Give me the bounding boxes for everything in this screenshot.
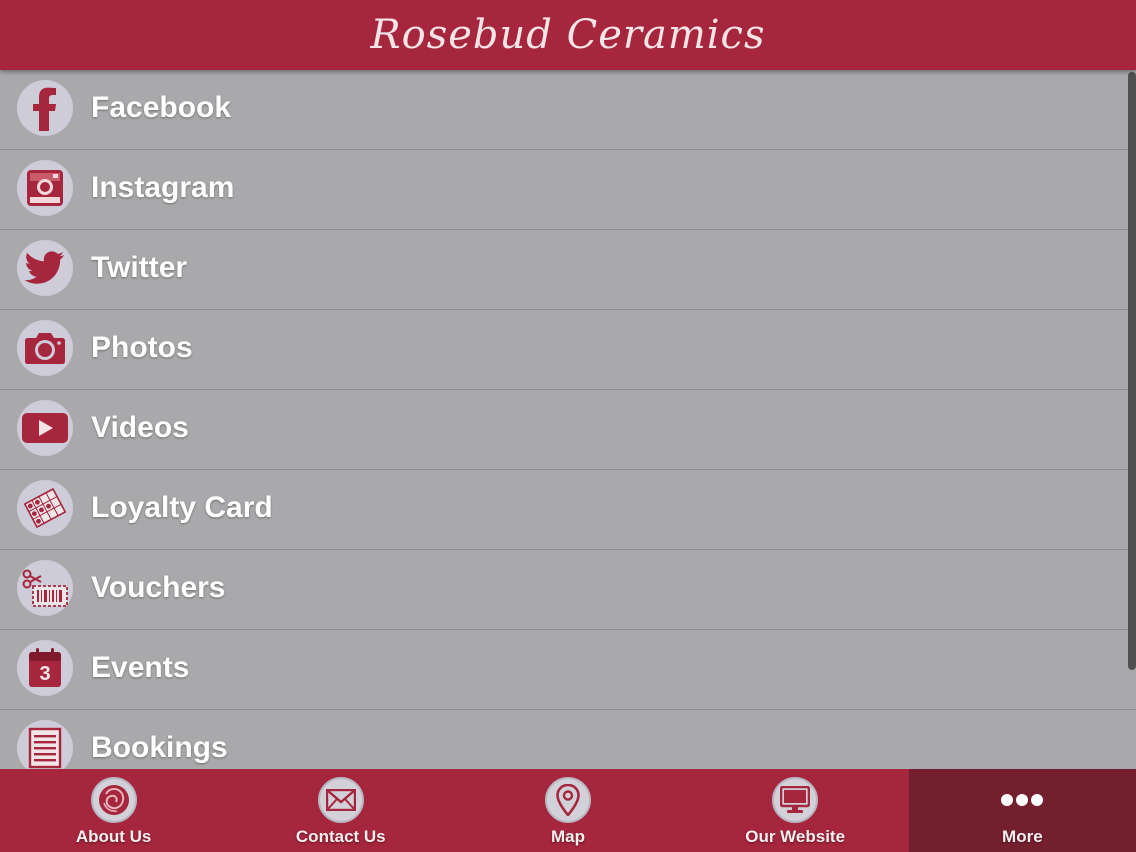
app-title: Rosebud Ceramics bbox=[370, 12, 766, 58]
menu-item-label: Instagram bbox=[91, 171, 235, 204]
menu-item-bookings[interactable]: Bookings bbox=[0, 710, 1136, 769]
menu-item-label: Events bbox=[91, 651, 190, 684]
twitter-icon bbox=[17, 240, 73, 296]
booking-list-icon bbox=[17, 720, 73, 769]
tab-label: Map bbox=[550, 827, 585, 846]
menu-item-label: Videos bbox=[91, 411, 189, 444]
tab-label: Our Website bbox=[745, 827, 846, 846]
loyalty-card-icon bbox=[17, 480, 73, 536]
instagram-icon bbox=[17, 160, 73, 216]
tab-more[interactable]: More bbox=[908, 769, 1136, 852]
menu-item-photos[interactable]: Photos bbox=[0, 310, 1136, 390]
menu-item-events[interactable]: 3 Events bbox=[0, 630, 1136, 710]
rose-icon bbox=[90, 777, 137, 823]
menu-item-instagram[interactable]: Instagram bbox=[0, 150, 1136, 230]
menu-item-facebook[interactable]: Facebook bbox=[0, 70, 1136, 150]
menu-item-vouchers[interactable]: Vouchers bbox=[0, 550, 1136, 630]
more-dots-icon bbox=[999, 777, 1045, 823]
tab-contact-us[interactable]: Contact Us bbox=[227, 769, 454, 852]
menu-item-twitter[interactable]: Twitter bbox=[0, 230, 1136, 310]
tab-map[interactable]: Map bbox=[454, 769, 681, 852]
camera-icon bbox=[17, 320, 73, 376]
calendar-icon: 3 bbox=[17, 640, 73, 696]
menu-item-loyalty-card[interactable]: Loyalty Card bbox=[0, 470, 1136, 550]
menu-list: Facebook Instagram Twitter Photos Videos… bbox=[0, 70, 1136, 769]
menu-item-label: Twitter bbox=[91, 251, 188, 284]
app-header: Rosebud Ceramics bbox=[0, 0, 1136, 70]
tab-about-us[interactable]: About Us bbox=[0, 769, 227, 852]
video-play-icon bbox=[17, 400, 73, 456]
envelope-icon bbox=[317, 777, 364, 823]
menu-item-label: Bookings bbox=[91, 731, 228, 764]
voucher-scissors-icon bbox=[17, 560, 73, 616]
bottom-tab-bar: About Us Contact Us Map Our Website More bbox=[0, 769, 1136, 852]
menu-item-label: Loyalty Card bbox=[91, 491, 273, 524]
tab-our-website[interactable]: Our Website bbox=[682, 769, 909, 852]
menu-item-videos[interactable]: Videos bbox=[0, 390, 1136, 470]
tab-label: Contact Us bbox=[295, 827, 386, 846]
map-pin-icon bbox=[544, 777, 591, 823]
facebook-icon bbox=[17, 80, 73, 136]
monitor-icon bbox=[772, 777, 819, 823]
calendar-day-number: 3 bbox=[39, 663, 51, 685]
menu-item-label: Photos bbox=[91, 331, 193, 364]
tab-label: More bbox=[1002, 827, 1043, 846]
menu-item-label: Vouchers bbox=[91, 571, 226, 604]
menu-item-label: Facebook bbox=[91, 91, 232, 124]
tab-label: About Us bbox=[75, 827, 152, 846]
list-scrollbar[interactable] bbox=[1128, 72, 1136, 670]
